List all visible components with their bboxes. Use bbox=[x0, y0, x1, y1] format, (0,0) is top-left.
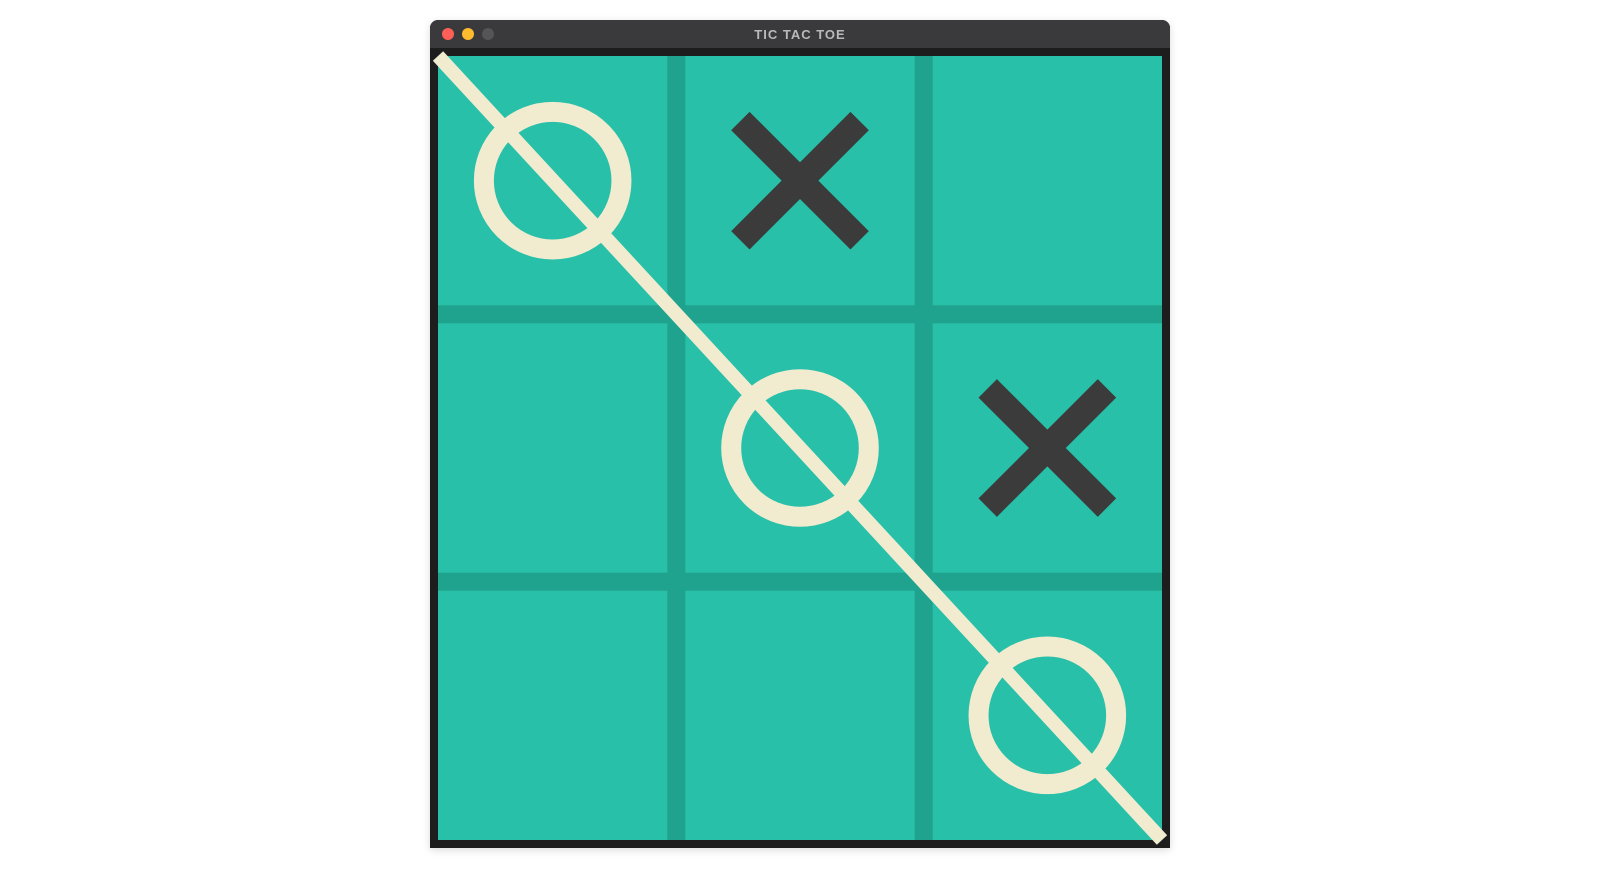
minimize-icon[interactable] bbox=[462, 28, 474, 40]
window-title: TIC TAC TOE bbox=[430, 27, 1170, 42]
app-window: TIC TAC TOE bbox=[430, 20, 1170, 848]
titlebar[interactable]: TIC TAC TOE bbox=[430, 20, 1170, 48]
close-icon[interactable] bbox=[442, 28, 454, 40]
window-controls bbox=[442, 28, 494, 40]
game-board bbox=[430, 48, 1170, 848]
cell-2-0[interactable] bbox=[438, 591, 667, 840]
maximize-icon[interactable] bbox=[482, 28, 494, 40]
board-canvas bbox=[430, 48, 1170, 848]
cell-0-2[interactable] bbox=[933, 56, 1162, 305]
cell-2-1[interactable] bbox=[685, 591, 914, 840]
cell-1-0[interactable] bbox=[438, 323, 667, 572]
